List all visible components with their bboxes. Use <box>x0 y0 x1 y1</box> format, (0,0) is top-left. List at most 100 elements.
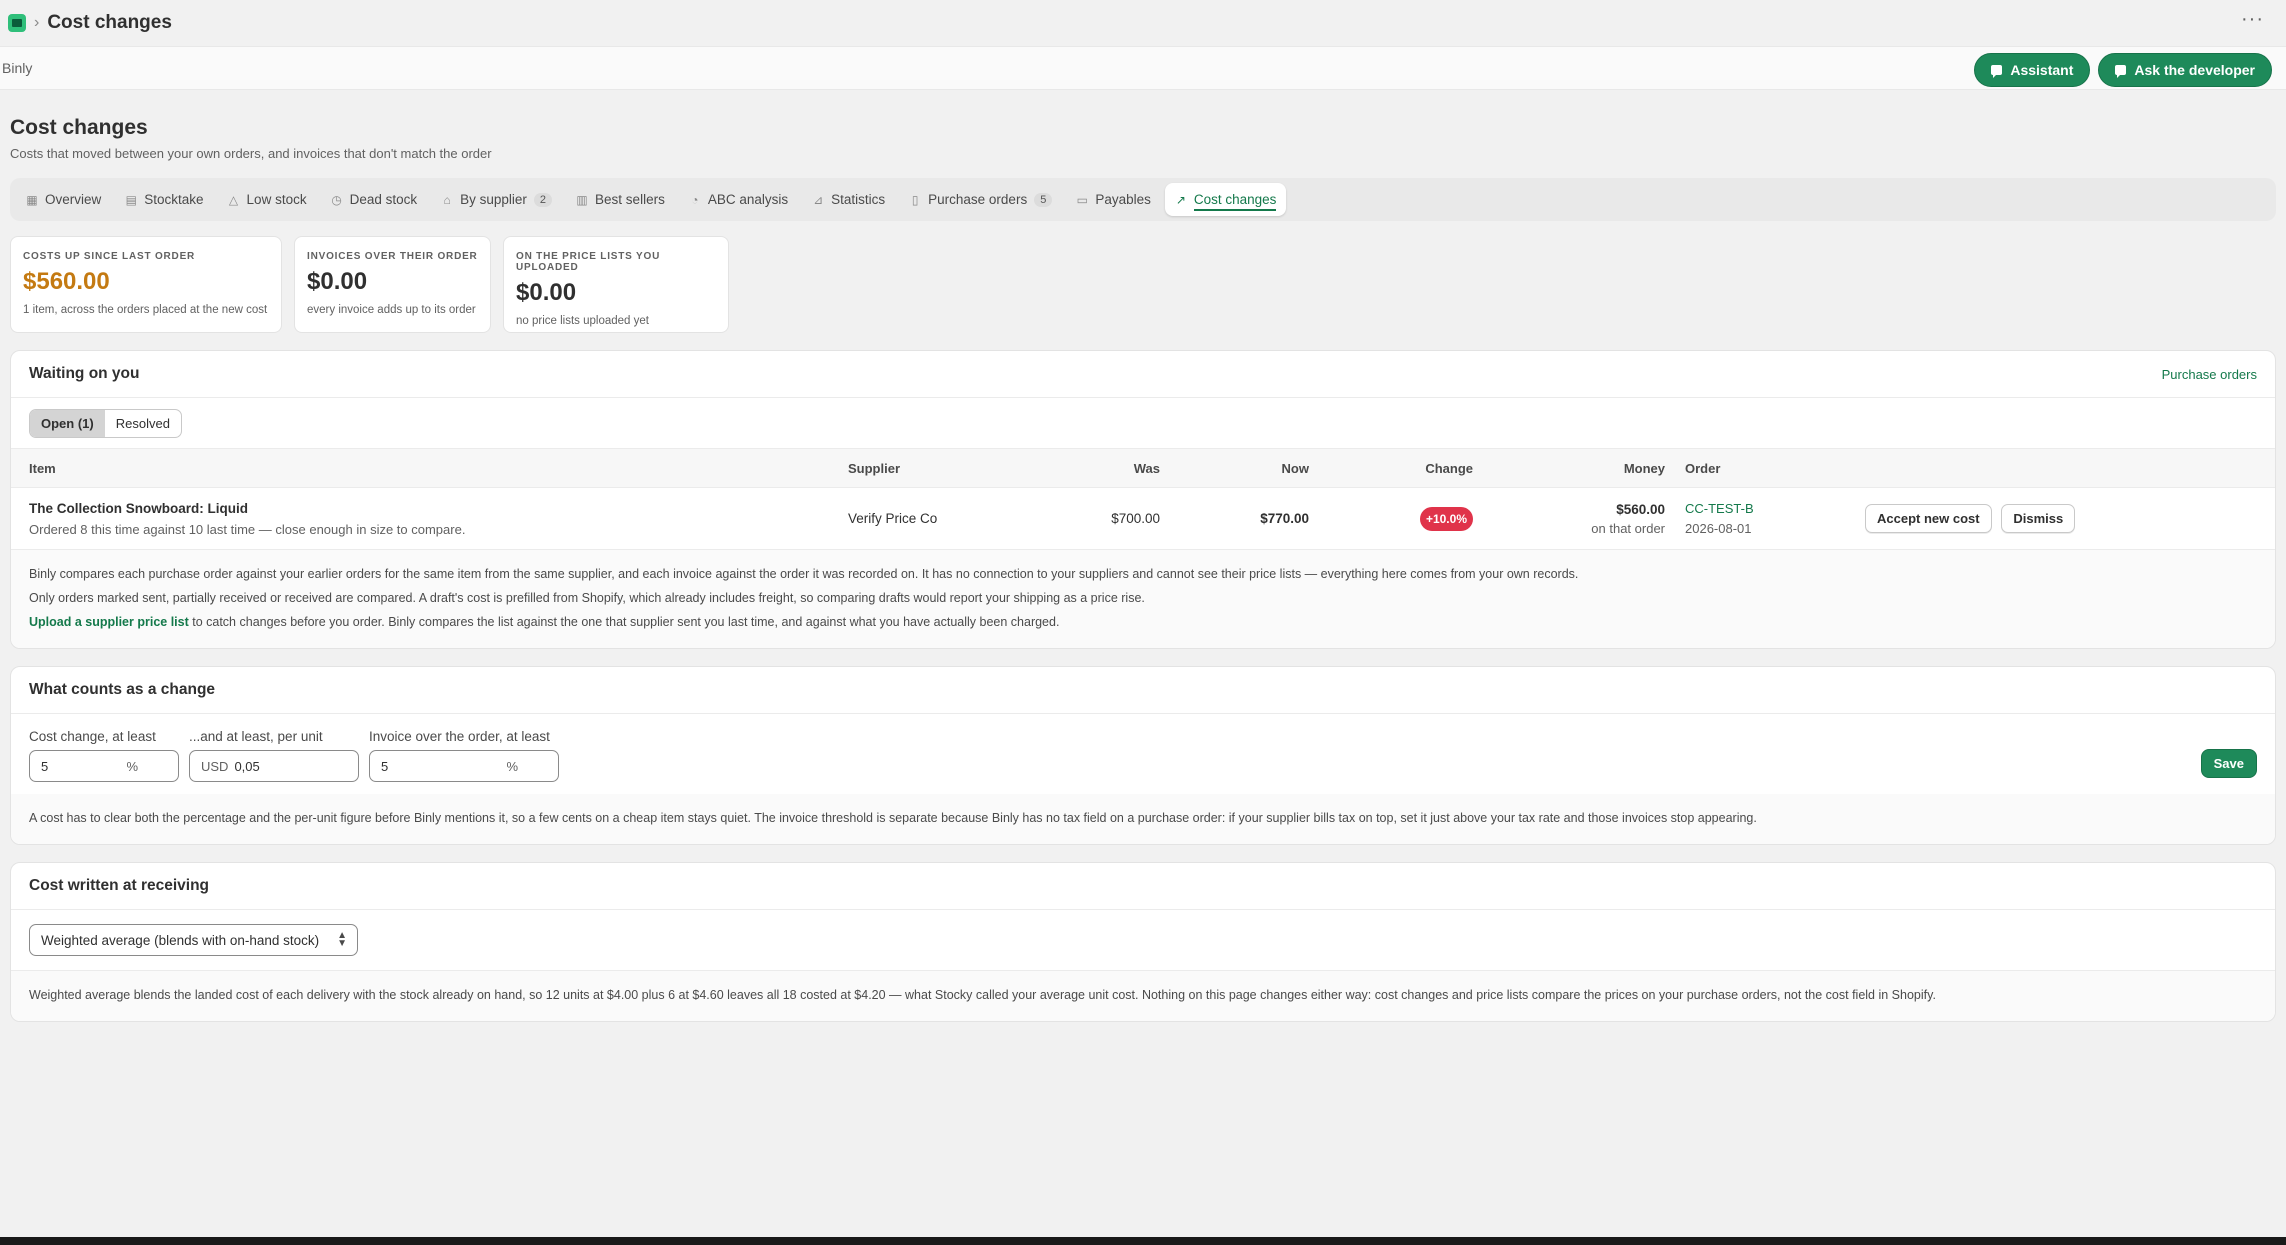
clock-icon: ◷ <box>331 192 342 207</box>
ask-developer-button[interactable]: Ask the developer <box>2098 53 2272 87</box>
table-header-row: Item Supplier Was Now Change Money Order <box>11 448 2275 488</box>
status-segmented-control: Open (1) Resolved <box>29 409 182 438</box>
invoice-over-input[interactable]: 5 % <box>369 750 559 782</box>
tab-purchase-orders[interactable]: ▯ Purchase orders 5 <box>899 183 1062 216</box>
note-text: Binly compares each purchase order again… <box>29 567 1579 581</box>
waiting-notes: Binly compares each purchase order again… <box>11 550 2275 648</box>
thresholds-note: A cost has to clear both the percentage … <box>11 794 2275 844</box>
stat-card: ON THE PRICE LISTS YOU UPLOADED $0.00 no… <box>503 236 729 333</box>
was-cell: $700.00 <box>1028 487 1170 550</box>
cost-change-input[interactable]: 5 % <box>29 750 179 782</box>
per-unit-field: ...and at least, per unit USD 0,05 <box>189 729 359 782</box>
chart-icon: ⊿ <box>813 192 824 207</box>
select-arrows-icon: ▲ ▼ <box>337 930 347 949</box>
tab-overview[interactable]: ▦ Overview <box>16 183 111 216</box>
tab-abc-analysis[interactable]: ◔ ABC analysis <box>679 183 798 216</box>
change-badge: +10.0% <box>1419 506 1473 531</box>
tab-stocktake[interactable]: ▤ Stocktake <box>115 183 213 216</box>
tab-dead-stock[interactable]: ◷ Dead stock <box>321 183 428 216</box>
cost-change-field: Cost change, at least 5 % <box>29 729 179 782</box>
stat-label: INVOICES OVER THEIR ORDER <box>307 251 478 262</box>
tab-best-sellers[interactable]: ▥ Best sellers <box>566 183 675 216</box>
item-name: The Collection Snowboard: Liquid <box>29 500 248 516</box>
main-content: Cost changes Costs that moved between yo… <box>0 116 2286 1022</box>
tab-bar: ▦ Overview ▤ Stocktake △ Low stock ◷ Dead st… <box>10 178 2276 221</box>
column-header: Item <box>11 448 838 488</box>
table-row: The Collection Snowboard: Liquid Ordered… <box>11 487 2275 550</box>
input-value: 5 <box>381 758 389 774</box>
grid-icon: ▦ <box>26 192 38 207</box>
tab-statistics[interactable]: ⊿ Statistics <box>802 183 895 216</box>
tab-badge: 2 <box>533 192 553 207</box>
bottom-bar <box>0 1237 2286 1245</box>
clipboard-icon: ▤ <box>125 192 137 207</box>
stat-card: INVOICES OVER THEIR ORDER $0.00 every in… <box>294 236 491 333</box>
note-text: Upload a supplier price list to catch ch… <box>29 610 2257 634</box>
upload-price-list-link[interactable]: Upload a supplier price list <box>29 615 189 629</box>
segment-open[interactable]: Open (1) <box>30 410 105 437</box>
input-value: 0,05 <box>234 758 260 774</box>
receiving-card: Cost written at receiving Weighted avera… <box>10 862 2276 1022</box>
tab-cost-changes[interactable]: ↗ Cost changes <box>1164 183 1287 216</box>
cost-changes-table: Item Supplier Was Now Change Money Order… <box>11 448 2275 550</box>
more-options-icon[interactable]: ··· <box>2241 8 2264 31</box>
stat-label: COSTS UP SINCE LAST ORDER <box>23 251 196 262</box>
dismiss-button[interactable]: Dismiss <box>2001 504 2076 533</box>
stat-label: ON THE PRICE LISTS YOU UPLOADED <box>516 251 661 273</box>
note-text: A cost has to clear both the percentage … <box>29 811 1757 825</box>
tab-low-stock[interactable]: △ Low stock <box>218 183 317 216</box>
input-prefix: USD <box>201 758 229 774</box>
assistant-button[interactable]: Assistant <box>1974 53 2091 87</box>
card-header: Waiting on you Purchase orders <box>11 351 2275 398</box>
chevron-right-icon: › <box>34 14 40 31</box>
tab-payables[interactable]: ▭ Payables <box>1066 183 1161 216</box>
segment-resolved[interactable]: Resolved <box>105 410 181 437</box>
stats-row: COSTS UP SINCE LAST ORDER $560.00 1 item… <box>10 236 2276 333</box>
order-link[interactable]: CC-TEST-B <box>1685 501 1845 516</box>
chat-icon <box>1991 65 2003 78</box>
ask-developer-label: Ask the developer <box>2134 62 2255 78</box>
money-subtext: on that order <box>1591 520 1665 536</box>
stat-value: $0.00 <box>307 268 368 295</box>
stat-note: 1 item, across the orders placed at the … <box>23 304 268 316</box>
save-button[interactable]: Save <box>2200 749 2257 778</box>
top-bar: › Cost changes ··· <box>0 0 2286 46</box>
page-title: Cost changes <box>10 116 148 139</box>
threshold-fields: Cost change, at least 5 % ...and at leas… <box>11 714 2275 794</box>
note-text: Only orders marked sent, partially recei… <box>29 591 1145 605</box>
warning-icon: △ <box>228 192 239 207</box>
per-unit-input[interactable]: USD 0,05 <box>189 750 359 782</box>
stat-note: every invoice adds up to its order <box>307 304 476 316</box>
column-header: Money <box>1483 448 1675 488</box>
tab-label: By supplier <box>460 192 527 207</box>
order-date: 2026-08-01 <box>1685 521 1752 536</box>
pie-icon: ◔ <box>691 192 699 207</box>
tab-label: Overview <box>45 192 102 207</box>
column-header: Supplier <box>838 448 1028 488</box>
field-label: ...and at least, per unit <box>189 729 323 744</box>
tab-label: Best sellers <box>595 192 665 207</box>
cost-method-select[interactable]: Weighted average (blends with on-hand st… <box>29 924 358 956</box>
field-label: Invoice over the order, at least <box>369 729 550 744</box>
tab-by-supplier[interactable]: ⌂ By supplier 2 <box>431 183 562 216</box>
purchase-orders-link[interactable]: Purchase orders <box>2162 367 2257 382</box>
accept-new-cost-button[interactable]: Accept new cost <box>1865 504 1992 533</box>
tab-label: ABC analysis <box>707 192 789 207</box>
tab-label: Statistics <box>831 192 886 207</box>
actions-cell: Accept new cost Dismiss <box>1855 487 2275 550</box>
app-icon[interactable] <box>8 14 26 32</box>
app-name: Binly <box>2 60 33 76</box>
tab-badge: 5 <box>1034 192 1053 207</box>
input-suffix: % <box>126 758 138 774</box>
column-header: Change <box>1319 448 1483 488</box>
input-value: 5 <box>41 758 49 774</box>
money-cell: $560.00 on that order <box>1483 487 1675 550</box>
order-cell: CC-TEST-B 2026-08-01 <box>1675 487 1855 550</box>
select-value: Weighted average (blends with on-hand st… <box>41 932 320 948</box>
column-header: Order <box>1675 448 1855 488</box>
tab-label: Dead stock <box>349 192 418 207</box>
money-value: $560.00 <box>1616 501 1665 517</box>
card-header: Cost written at receiving <box>11 863 2275 910</box>
now-cell: $770.00 <box>1170 487 1319 550</box>
tab-label: Low stock <box>246 192 307 207</box>
